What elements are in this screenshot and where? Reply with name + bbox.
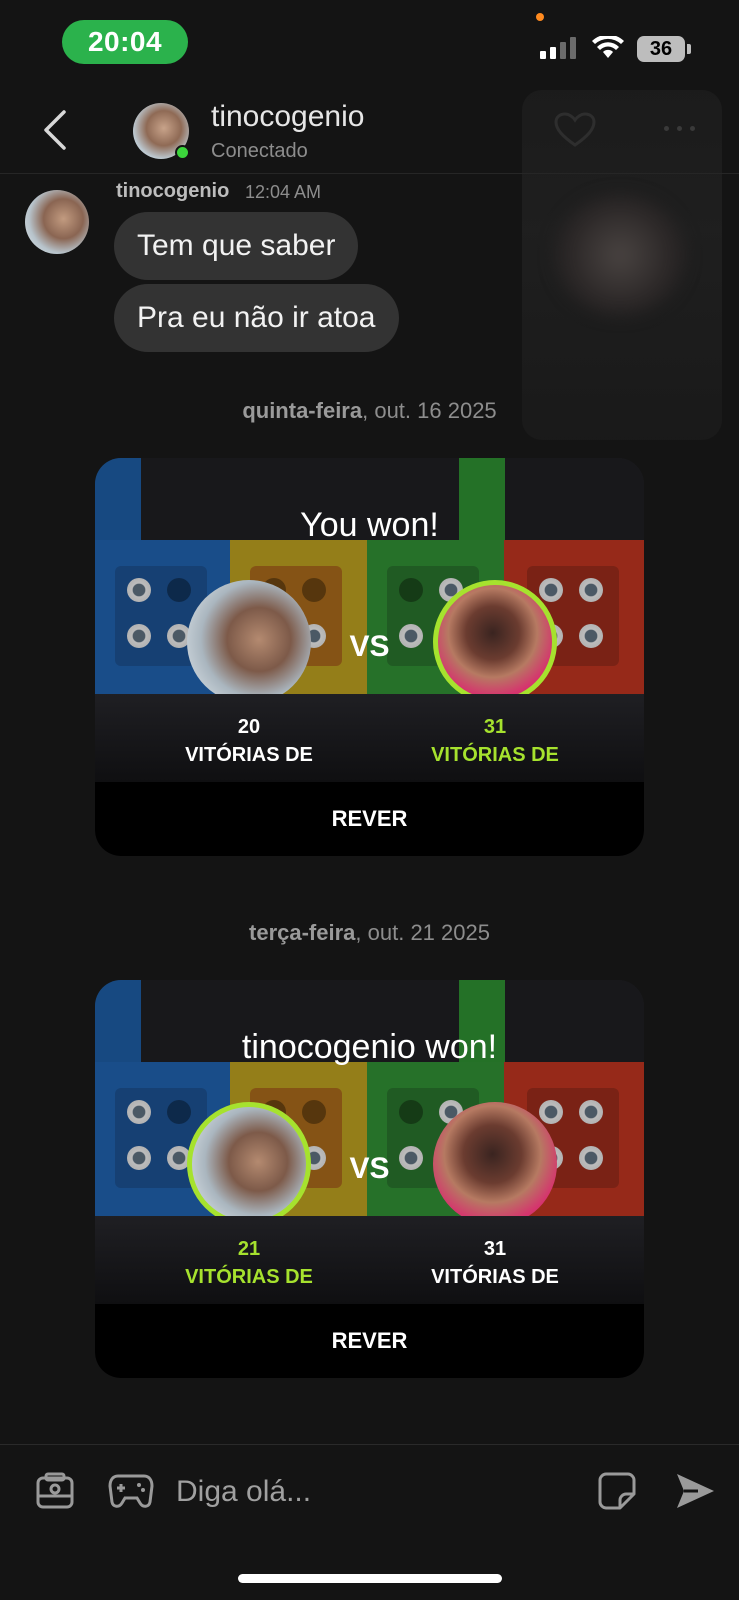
message-input[interactable]	[176, 1470, 566, 1514]
left-wins-count: 21	[237, 1238, 261, 1260]
contact-status: Conectado	[211, 140, 308, 162]
back-icon[interactable]	[40, 108, 70, 152]
message-sender: tinocogenio	[116, 180, 230, 202]
game-result-title: You won!	[300, 506, 439, 544]
contact-name[interactable]: tinocogenio	[211, 100, 364, 134]
wifi-icon	[592, 36, 624, 58]
composer-divider	[0, 1444, 739, 1445]
send-icon[interactable]	[674, 1470, 716, 1512]
date-day: terça-feira	[249, 920, 356, 945]
right-wins-label: VITÓRIAS DE	[431, 1266, 559, 1288]
sender-avatar[interactable]	[25, 190, 89, 254]
more-icon[interactable]	[664, 126, 695, 131]
left-wins-count: 20	[237, 716, 261, 738]
left-wins-label: VITÓRIAS DE	[185, 744, 313, 766]
header-divider	[0, 173, 739, 174]
vs-label: VS	[349, 630, 390, 663]
date-separator: quinta-feira, out. 16 2025	[0, 398, 739, 424]
gamepad-icon[interactable]	[108, 1470, 154, 1510]
gallery-icon[interactable]	[36, 1472, 74, 1510]
right-wins-count: 31	[483, 1238, 507, 1260]
game-result-card[interactable]: tinocogenio won! VS 21 VITÓRIAS DE 31 VI…	[95, 980, 644, 1378]
sticker-icon[interactable]	[598, 1472, 636, 1510]
game-result-title: tinocogenio won!	[241, 1028, 498, 1066]
game-result-card[interactable]: You won! VS 20 VITÓRIAS DE 31 VITÓRIAS D…	[95, 458, 644, 856]
status-time: 20:04	[62, 20, 188, 64]
blurred-video-content	[555, 195, 685, 315]
date-rest: , out. 21 2025	[355, 920, 490, 945]
battery-tip	[687, 44, 691, 54]
right-wins-count: 31	[483, 716, 507, 738]
online-status-dot	[175, 145, 190, 160]
right-wins-label: VITÓRIAS DE	[431, 744, 559, 766]
message-bubble[interactable]: Tem que saber	[114, 212, 359, 280]
message-time: 12:04 AM	[245, 182, 322, 202]
vs-label: VS	[349, 1152, 390, 1185]
replay-button[interactable]: REVER	[95, 782, 644, 856]
heart-icon[interactable]	[554, 112, 596, 148]
left-wins-label: VITÓRIAS DE	[185, 1266, 313, 1288]
date-rest: , out. 16 2025	[362, 398, 497, 423]
battery-icon: 36	[637, 36, 685, 62]
date-day: quinta-feira	[242, 398, 363, 423]
replay-button[interactable]: REVER	[95, 1304, 644, 1378]
mic-indicator-dot	[536, 13, 544, 21]
message-bubble[interactable]: Pra eu não ir atoa	[114, 284, 399, 352]
date-separator: terça-feira, out. 21 2025	[0, 920, 739, 946]
home-indicator	[238, 1574, 502, 1583]
signal-icon	[540, 37, 576, 59]
